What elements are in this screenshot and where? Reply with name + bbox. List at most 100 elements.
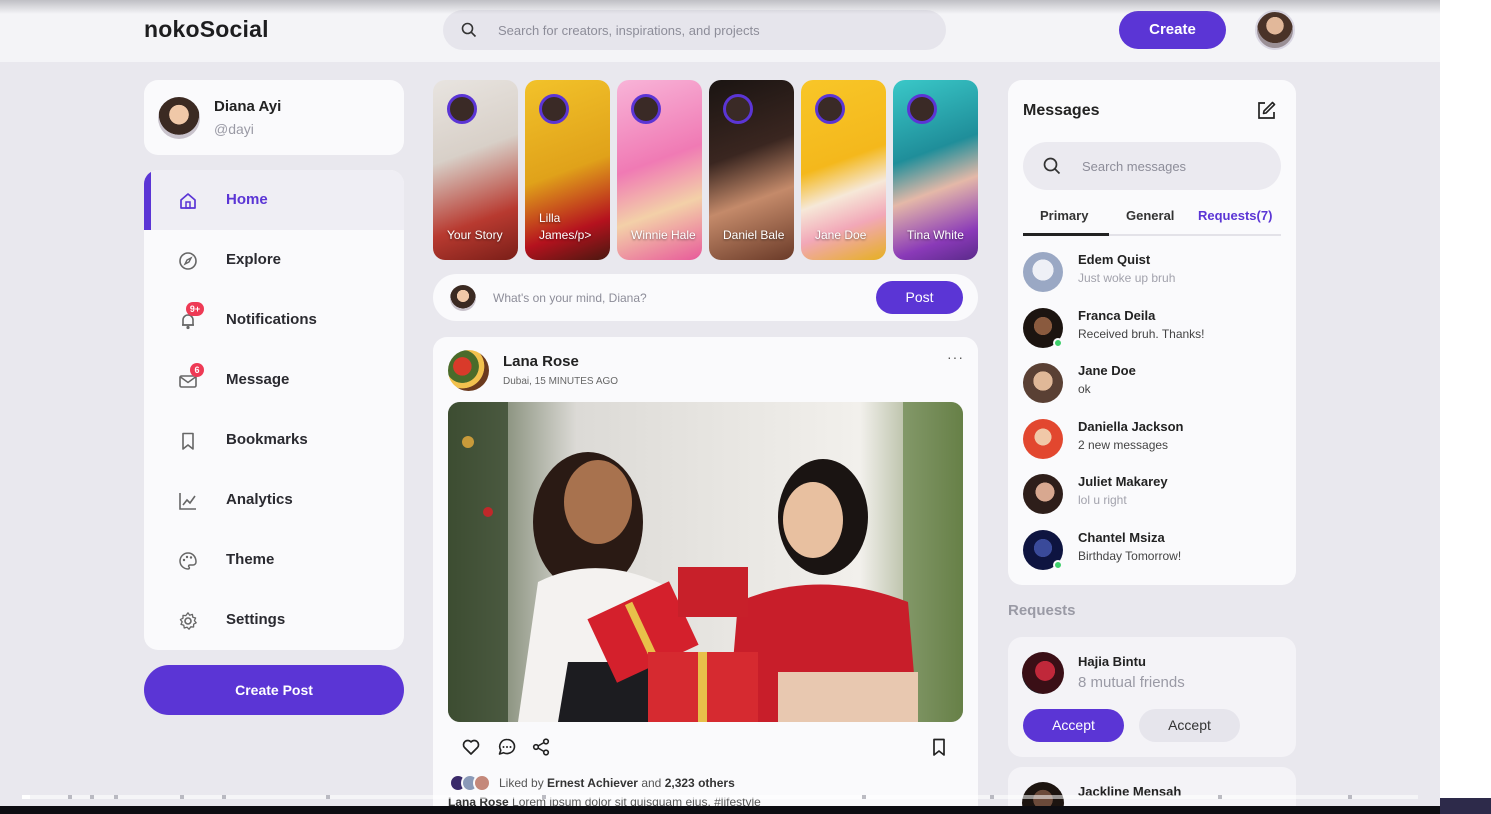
chapter-marker — [862, 795, 866, 799]
sidebar-item-message[interactable]: 6 Message — [144, 350, 404, 410]
message-item[interactable]: Daniella Jackson 2 new messages — [1023, 417, 1281, 461]
requester-avatar[interactable] — [1022, 652, 1064, 694]
story-card[interactable]: Daniel Bale — [709, 80, 794, 260]
liked-by-text: Liked by Ernest Achiever and 2,323 other… — [499, 776, 735, 790]
message-item[interactable]: Edem Quist Just woke up bruh — [1023, 250, 1281, 294]
friend-request-card: Hajia Bintu 8 mutual friends Accept Acce… — [1008, 637, 1296, 757]
user-avatar[interactable] — [1255, 10, 1295, 50]
contact-name: Daniella Jackson — [1078, 419, 1184, 434]
tab-general[interactable]: General — [1126, 208, 1174, 223]
message-preview: ok — [1078, 382, 1091, 396]
chapter-marker — [542, 795, 546, 799]
compose-edit-icon[interactable] — [1255, 100, 1277, 122]
profile-handle: @dayi — [214, 121, 254, 137]
tab-requests[interactable]: Requests(7) — [1198, 208, 1272, 223]
post-meta: Dubai, 15 MINUTES AGO — [503, 376, 619, 387]
sidebar-item-settings[interactable]: Settings — [144, 590, 404, 650]
post-composer: What's on your mind, Diana? Post — [433, 274, 978, 321]
requests-heading: Requests — [1008, 602, 1076, 619]
post-author-avatar[interactable] — [448, 350, 489, 391]
search-input[interactable]: Search for creators, inspirations, and p… — [498, 23, 760, 38]
post-image[interactable] — [448, 402, 963, 722]
requester-name[interactable]: Hajia Bintu — [1078, 654, 1146, 669]
sidebar-item-label: Explore — [226, 251, 282, 268]
page-margin — [1440, 0, 1491, 814]
profile-card[interactable]: Diana Ayi @dayi — [144, 80, 404, 155]
chart-line-icon — [179, 493, 196, 510]
profile-avatar — [158, 97, 200, 139]
palette-icon — [179, 552, 197, 570]
post-photo-illustration — [448, 402, 963, 722]
post-button[interactable]: Post — [876, 281, 963, 314]
story-name: Lilla James/p> — [539, 211, 592, 242]
story-name: Daniel Bale — [723, 228, 785, 242]
story-card[interactable]: Tina White — [893, 80, 978, 260]
search-icon — [1043, 157, 1061, 175]
more-options-icon[interactable]: ··· — [947, 349, 964, 365]
chapter-marker — [1348, 795, 1352, 799]
bookmark-icon[interactable] — [929, 737, 949, 757]
decline-button[interactable]: Accept — [1139, 709, 1240, 742]
message-preview: 2 new messages — [1078, 438, 1169, 452]
message-badge: 6 — [190, 363, 204, 377]
sidebar-item-notifications[interactable]: 9+ Notifications — [144, 290, 404, 350]
messages-search-input[interactable]: Search messages — [1082, 159, 1186, 174]
like-heart-icon[interactable] — [461, 737, 481, 757]
contact-avatar — [1023, 419, 1063, 459]
accept-button[interactable]: Accept — [1023, 709, 1124, 742]
messages-search-bar[interactable]: Search messages — [1023, 142, 1281, 190]
story-card[interactable]: Jane Doe — [801, 80, 886, 260]
sidebar-item-home[interactable]: Home — [144, 170, 404, 230]
contact-name: Edem Quist — [1078, 252, 1151, 267]
active-tab-indicator — [1023, 233, 1109, 236]
chapter-marker — [68, 795, 72, 799]
sidebar-item-analytics[interactable]: Analytics — [144, 470, 404, 530]
bookmark-icon — [182, 432, 194, 450]
tab-primary[interactable]: Primary — [1040, 208, 1088, 223]
message-item[interactable]: Franca Deila Received bruh. Thanks! — [1023, 306, 1281, 350]
profile-name: Diana Ayi — [214, 98, 282, 115]
app-logo[interactable]: nokoSocial — [144, 16, 269, 43]
video-progress-bar[interactable] — [22, 795, 1418, 799]
app-window: nokoSocial Search for creators, inspirat… — [0, 0, 1440, 814]
comment-icon[interactable] — [497, 737, 517, 757]
video-bottom-bar — [0, 806, 1440, 814]
sidebar-item-explore[interactable]: Explore — [144, 230, 404, 290]
composer-input[interactable]: What's on your mind, Diana? — [493, 291, 647, 305]
story-avatar — [539, 94, 569, 124]
create-button[interactable]: Create — [1119, 11, 1226, 49]
contact-name: Jane Doe — [1078, 363, 1136, 378]
story-card[interactable]: Winnie Hale — [617, 80, 702, 260]
corner-block — [1440, 798, 1491, 814]
feed-post: Lana Rose Dubai, 15 MINUTES AGO ··· Like… — [433, 337, 978, 814]
contact-avatar — [1023, 252, 1063, 292]
story-card[interactable]: Your Story — [433, 80, 518, 260]
chapter-marker — [90, 795, 94, 799]
contact-name: Franca Deila — [1078, 308, 1156, 323]
global-search-bar[interactable]: Search for creators, inspirations, and p… — [443, 10, 946, 50]
notifications-badge: 9+ — [186, 302, 204, 316]
story-avatar — [907, 94, 937, 124]
story-card[interactable]: Lilla James/p> — [525, 80, 610, 260]
story-name: Winnie Hale — [631, 228, 696, 242]
mutual-friends: 8 mutual friends — [1078, 674, 1185, 691]
create-post-button[interactable]: Create Post — [144, 665, 404, 715]
sidebar-item-bookmarks[interactable]: Bookmarks — [144, 410, 404, 470]
message-item[interactable]: Juliet Makarey lol u right — [1023, 472, 1281, 516]
share-icon[interactable] — [531, 737, 551, 757]
contact-avatar — [1023, 474, 1063, 514]
sidebar-item-theme[interactable]: Theme — [144, 530, 404, 590]
search-icon — [461, 22, 477, 38]
home-icon — [180, 193, 196, 209]
post-author-name[interactable]: Lana Rose — [503, 353, 579, 370]
sidebar-item-label: Theme — [226, 551, 275, 568]
story-name: Your Story — [447, 228, 503, 242]
message-item[interactable]: Chantel Msiza Birthday Tomorrow! — [1023, 528, 1281, 572]
story-name: Tina White — [907, 228, 964, 242]
story-name: Jane Doe — [815, 228, 867, 242]
message-preview: Received bruh. Thanks! — [1078, 327, 1205, 341]
video-progress-played — [22, 795, 30, 799]
message-item[interactable]: Jane Doe ok — [1023, 361, 1281, 405]
chapter-marker — [990, 795, 994, 799]
sidebar-item-label: Home — [226, 191, 268, 208]
